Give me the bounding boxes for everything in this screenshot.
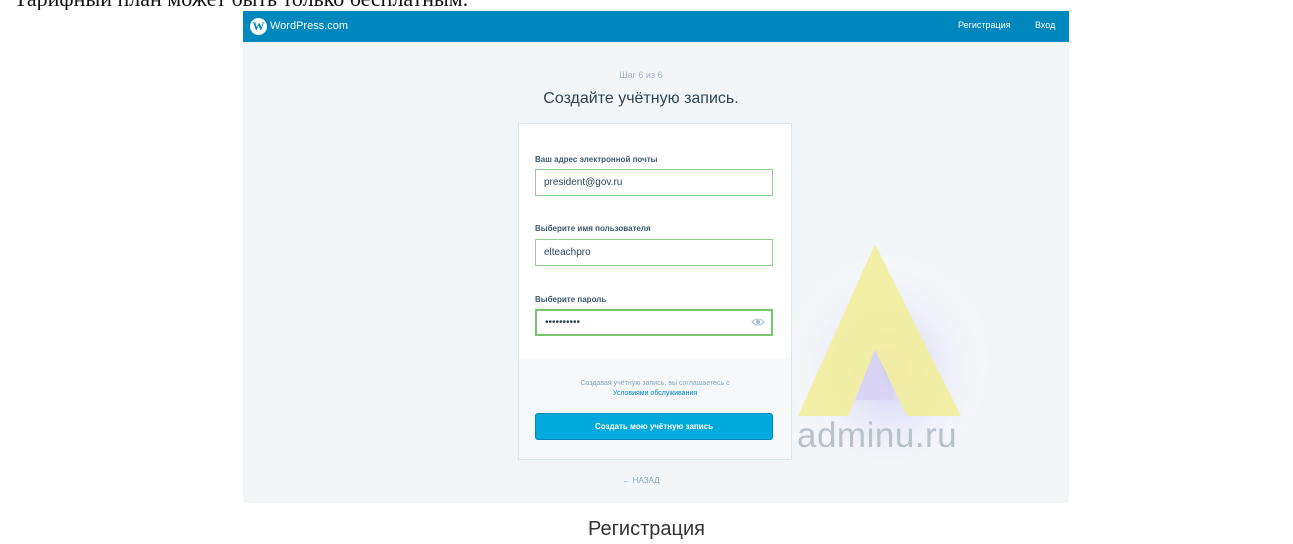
password-value: •••••••••• (545, 317, 581, 328)
terms-text: Создавая учётную запись, вы соглашаетесь… (580, 380, 730, 387)
wordpress-logo-icon[interactable]: W (250, 18, 267, 35)
username-field[interactable]: elteachpro (535, 239, 773, 266)
terms-notice: Создавая учётную запись, вы соглашаетесь… (539, 379, 771, 399)
page-title: Создайте учётную запись. (543, 90, 739, 107)
password-field[interactable]: •••••••••• (535, 309, 773, 336)
site-header: W WordPress.com Регистрация Вход (243, 11, 1069, 42)
signup-form-card: Ваш адрес электронной почты president@go… (519, 124, 791, 459)
nav-login-link[interactable]: Вход (1035, 20, 1055, 30)
password-label: Выберите пароль (535, 295, 607, 304)
form-footer: Создавая учётную запись, вы соглашаетесь… (519, 359, 791, 459)
back-link[interactable]: ← НАЗАД (243, 476, 1039, 485)
nav-signup-link[interactable]: Регистрация (958, 20, 1011, 30)
terms-of-service-link[interactable]: Условиями обслуживания (613, 390, 697, 397)
email-field[interactable]: president@gov.ru (535, 169, 773, 196)
watermark-text: adminu.ru (797, 416, 958, 455)
figure-caption: Регистрация (588, 518, 705, 540)
username-label: Выберите имя пользователя (535, 224, 651, 233)
create-account-button[interactable]: Создать мою учётную запись (535, 413, 773, 440)
brand-name[interactable]: WordPress.com (270, 19, 348, 34)
email-label: Ваш адрес электронной почты (535, 155, 658, 164)
show-password-icon[interactable] (751, 317, 765, 327)
step-indicator: Шаг 6 из 6 (619, 70, 663, 80)
article-caption-top: Тарифный план может быть только бесплатн… (14, 0, 914, 10)
